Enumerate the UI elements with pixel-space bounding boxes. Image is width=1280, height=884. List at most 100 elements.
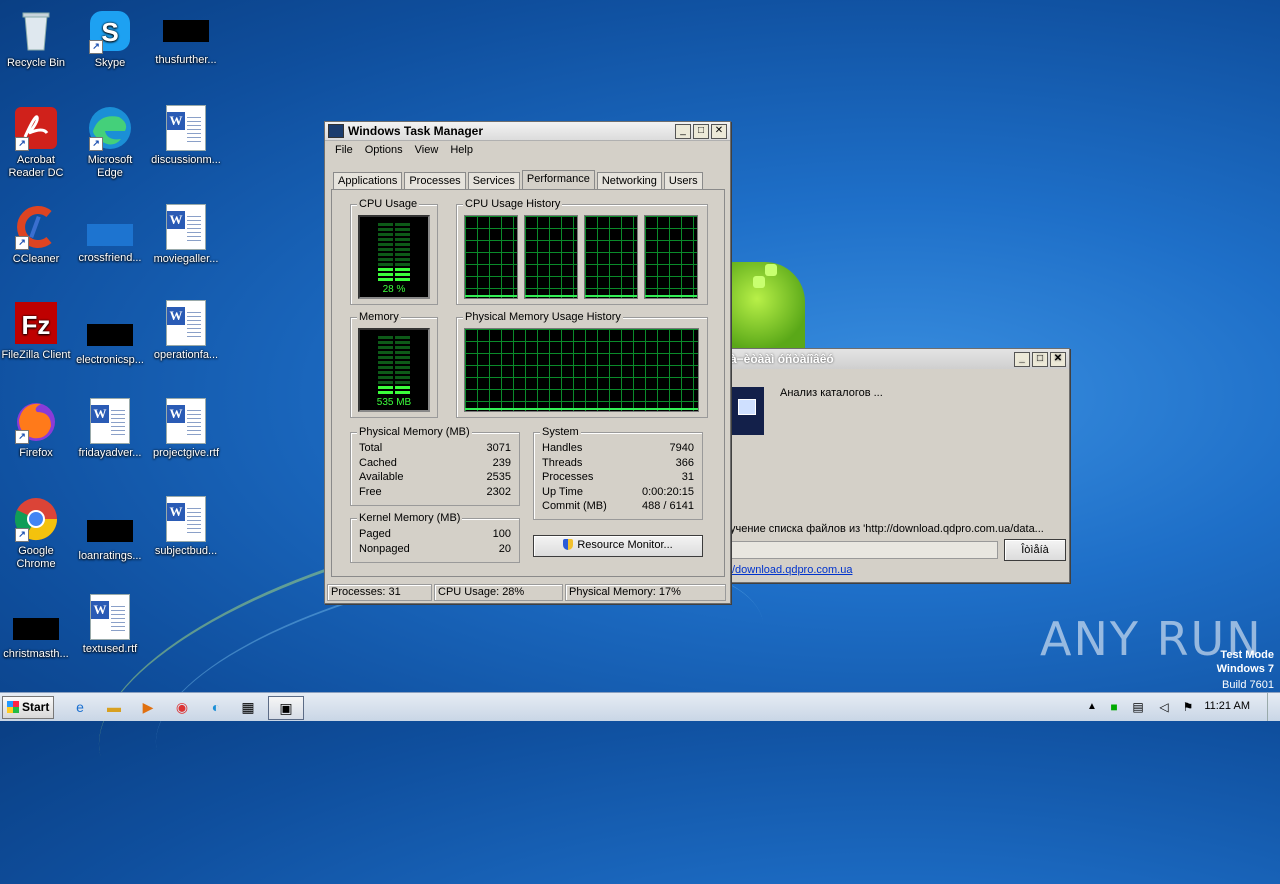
gauge-segment (378, 351, 410, 355)
resource-monitor-label: Resource Monitor... (577, 539, 673, 551)
resource-monitor-button[interactable]: Resource Monitor... (533, 535, 703, 557)
task-manager-tray-icon[interactable]: ■ (1102, 696, 1126, 718)
desktop-icon-doc[interactable]: W operationfa... (150, 300, 222, 362)
menu-view[interactable]: View (415, 144, 439, 156)
desktop-icon-chrome[interactable]: ↗ Google Chrome (0, 496, 72, 571)
stat-row: Available 2535 (359, 471, 511, 483)
system-table: Handles 7940 Threads 366 Processes 31 Up Ti… (542, 441, 694, 514)
cpu-history-graph (584, 215, 638, 299)
stat-row: Handles 7940 (542, 442, 694, 454)
minimize-button[interactable]: _ (675, 123, 691, 139)
close-button[interactable]: ✕ (1050, 351, 1066, 367)
download-dialog[interactable]: à−èòààì óñòàíîâêó _ □ ✕ Анализ каталогов… (723, 348, 1070, 583)
filezilla-icon: Fz (13, 300, 59, 346)
internet-explorer-icon[interactable]: e (68, 696, 92, 718)
cpu-gauge: 28 % (358, 215, 430, 299)
volume-icon[interactable]: ◁ (1152, 696, 1176, 718)
gauge-segment (378, 361, 410, 365)
desktop-icon-file[interactable]: electronicsp... (74, 300, 146, 367)
physical-memory-title: Physical Memory (MB) (357, 426, 472, 438)
desktop-icon-edge[interactable]: ↗ Microsoft Edge (74, 105, 146, 180)
desktop-icon-file[interactable]: christmasth... (0, 594, 72, 661)
ccleaner-icon: ↗ (13, 204, 59, 250)
desktop-icon-doc[interactable]: W subjectbud... (150, 496, 222, 558)
svg-text:S: S (101, 17, 118, 47)
folder-icon[interactable]: ▬ (102, 696, 126, 718)
dialog-titlebar[interactable]: à−èòààì óñòàíîâêó _ □ ✕ (724, 349, 1069, 369)
desktop-icon-skype[interactable]: S ↗ Skype (74, 8, 146, 70)
redacted-thumbnail (87, 324, 133, 346)
chrome-icon[interactable]: ◉ (170, 696, 194, 718)
memory-label: Memory (357, 311, 401, 323)
kernel-memory-table: Paged 100 Nonpaged 20 (359, 527, 511, 556)
menu-options[interactable]: Options (365, 144, 403, 156)
kernel-memory-title: Kernel Memory (MB) (357, 512, 463, 524)
edge-icon[interactable]: ◐ (204, 696, 228, 718)
computer-icon (730, 387, 764, 435)
desktop-icon-ccleaner[interactable]: ↗ CCleaner (0, 204, 72, 266)
windows-logo-icon (7, 701, 19, 713)
desktop-icon-doc[interactable]: W discussionm... (150, 105, 222, 167)
word-document-icon: W (90, 594, 130, 640)
gauge-segment (378, 336, 410, 340)
progress-bar (730, 541, 998, 559)
cpu-history-graph (524, 215, 578, 299)
dialog-progress-text: учение списка файлов из 'http://download… (730, 523, 1044, 535)
stat-row: Cached 239 (359, 456, 511, 469)
cpu-history-group: CPU Usage History (456, 198, 708, 305)
task-manager-taskbar-icon[interactable]: ▣ (268, 696, 304, 720)
action-center-flag-icon[interactable]: ⚑ (1176, 696, 1200, 718)
minimize-button[interactable]: _ (1014, 351, 1030, 367)
desktop-icon-firefox[interactable]: ↗ Firefox (0, 398, 72, 460)
skype-icon: S ↗ (87, 8, 133, 54)
stat-row: Nonpaged 20 (359, 542, 511, 555)
desktop-icon-doc[interactable]: W fridayadver... (74, 398, 146, 460)
download-link[interactable]: /download.qdpro.com.ua (732, 564, 852, 576)
word-document-icon: W (90, 398, 130, 444)
taskbar: Start e ▬ ▶ ◉ ◐ ▦ ▣ ▲ ■ ▤ ◁ ⚑ 11:21 AM (0, 692, 1280, 721)
desktop-icon-doc[interactable]: W moviegaller... (150, 204, 222, 266)
stat-row: Threads 366 (542, 456, 694, 469)
word-document-icon: W (166, 300, 206, 346)
word-document-icon: W (166, 105, 206, 151)
redacted-thumbnail (13, 618, 59, 640)
maximize-button[interactable]: □ (1032, 351, 1048, 367)
gauge-segment (378, 381, 410, 385)
memory-value: 535 MB (376, 397, 412, 408)
task-manager-window[interactable]: Windows Task Manager _ □ ✕ File Options … (324, 121, 731, 604)
memory-group: Memory 535 MB (350, 311, 438, 418)
show-hidden-icons[interactable]: ▲ (1080, 696, 1104, 718)
maximize-button[interactable]: □ (693, 123, 709, 139)
gauge-segment (378, 263, 410, 267)
desktop-icon-file[interactable]: loanratings... (74, 496, 146, 563)
physical-memory-table: Total 3071 Cached 239 Available 2535 Free 23… (359, 441, 511, 499)
show-desktop-button[interactable] (1267, 693, 1280, 721)
desktop-icon-doc[interactable]: W textused.rtf (74, 594, 146, 656)
cpu-usage-value: 28 % (382, 284, 406, 295)
desktop-icon-recycle-bin[interactable]: Recycle Bin (0, 8, 72, 70)
close-button[interactable]: ✕ (711, 123, 727, 139)
cpu-usage-label: CPU Usage (357, 198, 420, 210)
gauge-segment (378, 341, 410, 345)
stat-row: Up Time 0:00:20:15 (542, 485, 694, 498)
desktop-icon-doc[interactable]: W projectgive.rtf (150, 398, 222, 460)
dialog-status-text: Анализ каталогов ... (780, 387, 883, 399)
gauge-segment (378, 371, 410, 375)
media-player-icon[interactable]: ▶ (136, 696, 160, 718)
titlebar[interactable]: Windows Task Manager _ □ ✕ (325, 122, 730, 141)
start-button[interactable]: Start (2, 696, 54, 719)
desktop-icon-file[interactable]: thusfurther... (150, 8, 222, 67)
menu-help[interactable]: Help (450, 144, 473, 156)
installer-icon[interactable]: ▦ (236, 696, 260, 718)
performance-panel: CPU Usage 28 % CPU Usage History Memory … (331, 189, 725, 577)
gauge-segment (378, 258, 410, 262)
desktop-icon-acrobat[interactable]: ↗ Acrobat Reader DC (0, 105, 72, 180)
desktop-icon-filezilla[interactable]: Fz FileZilla Client (0, 300, 72, 362)
windows-version-label: Windows 7 (1216, 663, 1274, 675)
stat-row: Processes 31 (542, 471, 694, 483)
desktop-icon-file[interactable]: crossfriend... (74, 204, 146, 265)
clock[interactable]: 11:21 AM (1204, 700, 1250, 712)
network-icon[interactable]: ▤ (1126, 696, 1150, 718)
cancel-button[interactable]: Îòìåíà (1004, 539, 1066, 561)
menu-file[interactable]: File (335, 144, 353, 156)
